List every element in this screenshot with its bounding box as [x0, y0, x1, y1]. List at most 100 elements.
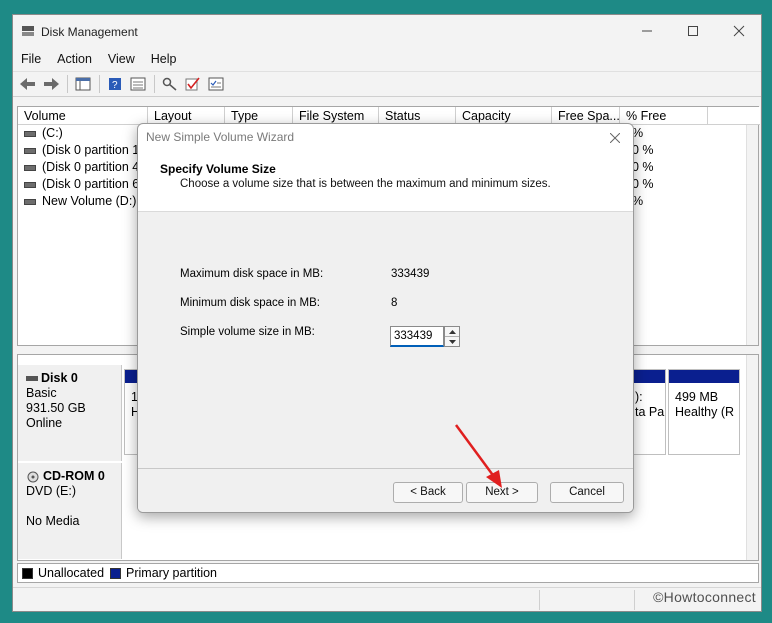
watermark: ©Howtoconnect	[653, 589, 756, 605]
minimize-icon	[642, 30, 652, 32]
properties-toolbar-button[interactable]	[127, 74, 149, 94]
back-button[interactable]: < Back	[393, 482, 463, 503]
disk-view-scrollbar[interactable]	[746, 355, 758, 560]
disk-status: Online	[26, 416, 63, 430]
disk-name: CD-ROM 0	[43, 469, 105, 483]
column-header-volume[interactable]: Volume	[18, 107, 148, 125]
volume-size-stepper[interactable]	[444, 326, 460, 347]
min-disk-space-label: Minimum disk space in MB:	[180, 297, 320, 309]
stepper-up-button[interactable]	[445, 327, 459, 337]
next-button[interactable]: Next >	[466, 482, 538, 503]
partition-block[interactable]: 499 MB Healthy (R	[668, 369, 740, 455]
chevron-down-icon	[448, 340, 456, 344]
forward-toolbar-button[interactable]	[40, 74, 62, 94]
drive-icon	[24, 198, 36, 205]
toolbar-separator	[67, 75, 68, 93]
checklist-icon	[208, 77, 224, 91]
window-title: Disk Management	[41, 25, 138, 39]
volume-name: (C:)	[42, 126, 63, 140]
legend-primary: Primary partition	[126, 566, 218, 580]
disk-management-icon	[22, 26, 34, 36]
volume-size-label: Simple volume size in MB:	[180, 326, 315, 338]
title-bar: Disk Management	[13, 15, 761, 47]
percent-free-cell: 0 %	[632, 160, 654, 174]
drive-icon	[24, 181, 36, 188]
legend-unallocated: Unallocated	[38, 566, 105, 580]
chevron-up-icon	[448, 329, 456, 334]
drive-icon	[24, 130, 36, 137]
wizard-title: New Simple Volume Wizard	[146, 130, 295, 144]
close-button[interactable]	[719, 19, 759, 43]
wizard-close-button[interactable]	[605, 127, 625, 148]
cd-drive-icon	[27, 471, 39, 482]
column-header-blank	[708, 107, 760, 125]
disk-name: Disk 0	[41, 371, 78, 385]
volume-row[interactable]: (C:)	[18, 125, 63, 142]
min-disk-space-value: 8	[391, 297, 398, 309]
maximize-button[interactable]	[673, 19, 713, 43]
connect-toolbar-button[interactable]	[159, 74, 181, 94]
partition-text: 499 MB Healthy (R	[675, 390, 735, 419]
checkmark-icon	[185, 77, 200, 91]
forward-arrow-icon	[44, 78, 59, 90]
menu-action[interactable]: Action	[49, 52, 100, 66]
status-bar	[13, 587, 761, 611]
new-simple-volume-wizard: New Simple Volume Wizard Specify Volume …	[137, 123, 634, 513]
help-toolbar-button[interactable]: ?	[104, 74, 126, 94]
svg-text:?: ?	[112, 80, 118, 91]
partition-text: ): ta Pa	[635, 390, 665, 419]
disk-icon	[26, 376, 38, 381]
key-icon	[162, 77, 177, 91]
status-divider	[539, 590, 540, 610]
cancel-button[interactable]: Cancel	[550, 482, 624, 503]
wizard-footer: < Back Next > Cancel	[138, 469, 633, 512]
toolbar-separator	[154, 75, 155, 93]
menu-help[interactable]: Help	[143, 52, 185, 66]
volume-row[interactable]: (Disk 0 partition 6)	[18, 176, 143, 193]
close-icon	[609, 132, 621, 144]
max-disk-space-label: Maximum disk space in MB:	[180, 268, 324, 280]
properties-icon	[130, 77, 146, 91]
volume-size-input[interactable]	[390, 326, 444, 347]
percent-free-cell: 0 %	[632, 143, 654, 157]
legend: Unallocated Primary partition	[17, 563, 759, 583]
volume-row[interactable]: New Volume (D:)	[18, 193, 136, 210]
back-toolbar-button[interactable]	[17, 74, 39, 94]
volume-name: New Volume (D:)	[42, 194, 137, 208]
show-hide-console-button[interactable]	[72, 74, 94, 94]
column-header-percent-free[interactable]: % Free	[620, 107, 708, 125]
volume-row[interactable]: (Disk 0 partition 4)	[18, 159, 143, 176]
maximize-icon	[688, 26, 698, 36]
back-arrow-icon	[20, 78, 35, 90]
stepper-down-button[interactable]	[445, 337, 459, 347]
cdrom-0-label[interactable]: CD-ROM 0 DVD (E:) No Media	[18, 463, 122, 559]
menu-file[interactable]: File	[13, 52, 49, 66]
disk-type: DVD (E:)	[26, 484, 76, 498]
disk-type: Basic	[26, 386, 57, 400]
drive-icon	[24, 147, 36, 154]
max-disk-space-value: 333439	[391, 268, 430, 280]
unallocated-swatch	[22, 567, 33, 579]
minimize-button[interactable]	[627, 19, 667, 43]
close-icon	[733, 25, 745, 37]
help-book-icon: ?	[109, 78, 121, 91]
menu-view[interactable]: View	[100, 52, 143, 66]
console-tree-icon	[75, 77, 91, 91]
disk-size	[26, 499, 121, 514]
disk-0-label[interactable]: Disk 0 Basic 931.50 GB Online	[18, 365, 122, 461]
volume-name: (Disk 0 partition 6)	[42, 177, 144, 191]
volume-row[interactable]: (Disk 0 partition 1)	[18, 142, 143, 159]
disk-status: No Media	[26, 514, 80, 528]
menu-bar: File Action View Help	[13, 48, 761, 70]
wizard-body: Maximum disk space in MB: 333439 Minimum…	[138, 211, 633, 469]
disk-size: 931.50 GB	[26, 401, 86, 415]
wizard-heading: Specify Volume Size	[160, 162, 276, 176]
drive-icon	[24, 164, 36, 171]
primary-partition-swatch	[110, 567, 122, 579]
volume-list-scrollbar[interactable]	[746, 125, 758, 345]
wizard-subheading: Choose a volume size that is between the…	[180, 178, 551, 190]
list-toolbar-button[interactable]	[205, 74, 227, 94]
toolbar: ?	[13, 71, 761, 97]
toolbar-separator	[99, 75, 100, 93]
check-toolbar-button[interactable]	[182, 74, 204, 94]
